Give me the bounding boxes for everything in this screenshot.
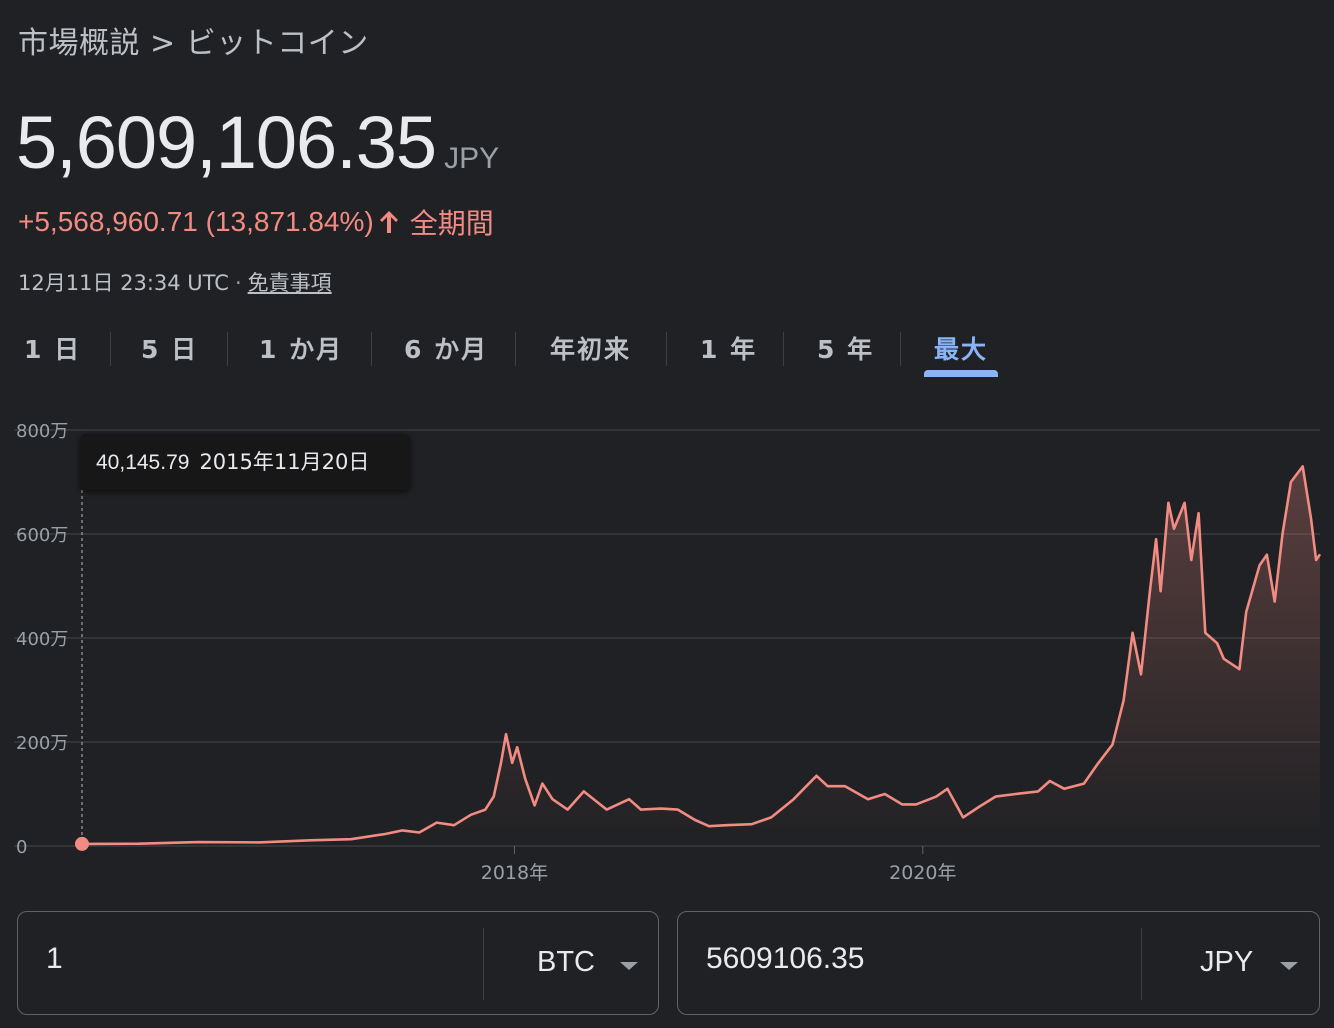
price-row: 5,609,106.35 JPY [16, 100, 499, 185]
tab-max[interactable]: 最大 [934, 330, 988, 366]
active-tab-indicator [924, 370, 998, 377]
tab-divider [783, 332, 784, 366]
converter-divider [1141, 928, 1142, 1000]
tab-6m[interactable]: 6 か月 [404, 330, 488, 366]
tab-divider [110, 332, 111, 366]
disclaimer-link[interactable]: 免責事項 [248, 271, 332, 295]
tab-divider [666, 332, 667, 366]
finance-page: 市場概説 > ビットコイン 5,609,106.35 JPY +5,568,960… [0, 0, 1334, 1028]
current-price: 5,609,106.35 [16, 101, 437, 184]
tab-divider [900, 332, 901, 366]
price-currency: JPY [444, 142, 500, 175]
y-tick-label: 800万 [16, 421, 68, 442]
converter-from-input[interactable] [46, 942, 446, 976]
price-meta: 12月11日 23:34 UTC · 免責事項 [18, 267, 332, 297]
converter-from: BTC [17, 911, 659, 1015]
price-area [82, 466, 1320, 846]
tab-ytd[interactable]: 年初来 [550, 330, 631, 366]
arrow-up-icon [376, 208, 402, 236]
y-tick-label: 400万 [16, 629, 68, 650]
y-tick-label: 200万 [16, 733, 68, 754]
converter-divider [483, 928, 484, 1000]
breadcrumb[interactable]: 市場概説 > ビットコイン [18, 18, 369, 62]
x-tick-label: 2020年 [889, 862, 956, 884]
caret-down-icon[interactable] [1280, 962, 1298, 970]
tab-divider [371, 332, 372, 366]
tab-1y[interactable]: 1 年 [700, 330, 757, 366]
y-tick-label: 0 [16, 837, 27, 858]
tab-divider [227, 332, 228, 366]
change-period: 全期間 [409, 207, 494, 240]
range-tabs: 1 日 5 日 1 か月 6 か月 年初来 1 年 5 年 最大 [0, 318, 1334, 380]
tooltip-date: 2015年11月20日 [199, 450, 370, 474]
tab-1m[interactable]: 1 か月 [259, 330, 343, 366]
meta-separator: · [234, 271, 242, 295]
tab-1d[interactable]: 1 日 [24, 330, 81, 366]
caret-down-icon[interactable] [620, 962, 638, 970]
converter-to: JPY [677, 911, 1320, 1015]
y-tick-label: 600万 [16, 525, 68, 546]
x-tick-label: 2018年 [481, 862, 548, 884]
tab-5d[interactable]: 5 日 [141, 330, 198, 366]
converter-to-unit[interactable]: JPY [1200, 946, 1253, 979]
tooltip-value: 40,145.79 [96, 451, 190, 474]
hover-point [75, 836, 89, 851]
chart-tooltip: 40,145.79 2015年11月20日 [80, 434, 410, 490]
price-change-row: +5,568,960.71 (13,871.84%) 全期間 [18, 202, 494, 242]
converter-from-unit[interactable]: BTC [537, 946, 595, 979]
price-timestamp: 12月11日 23:34 UTC [18, 271, 229, 295]
tab-divider [515, 332, 516, 366]
price-change: +5,568,960.71 (13,871.84%) [18, 206, 374, 237]
converter-to-input[interactable] [706, 942, 1106, 976]
tab-5y[interactable]: 5 年 [817, 330, 874, 366]
